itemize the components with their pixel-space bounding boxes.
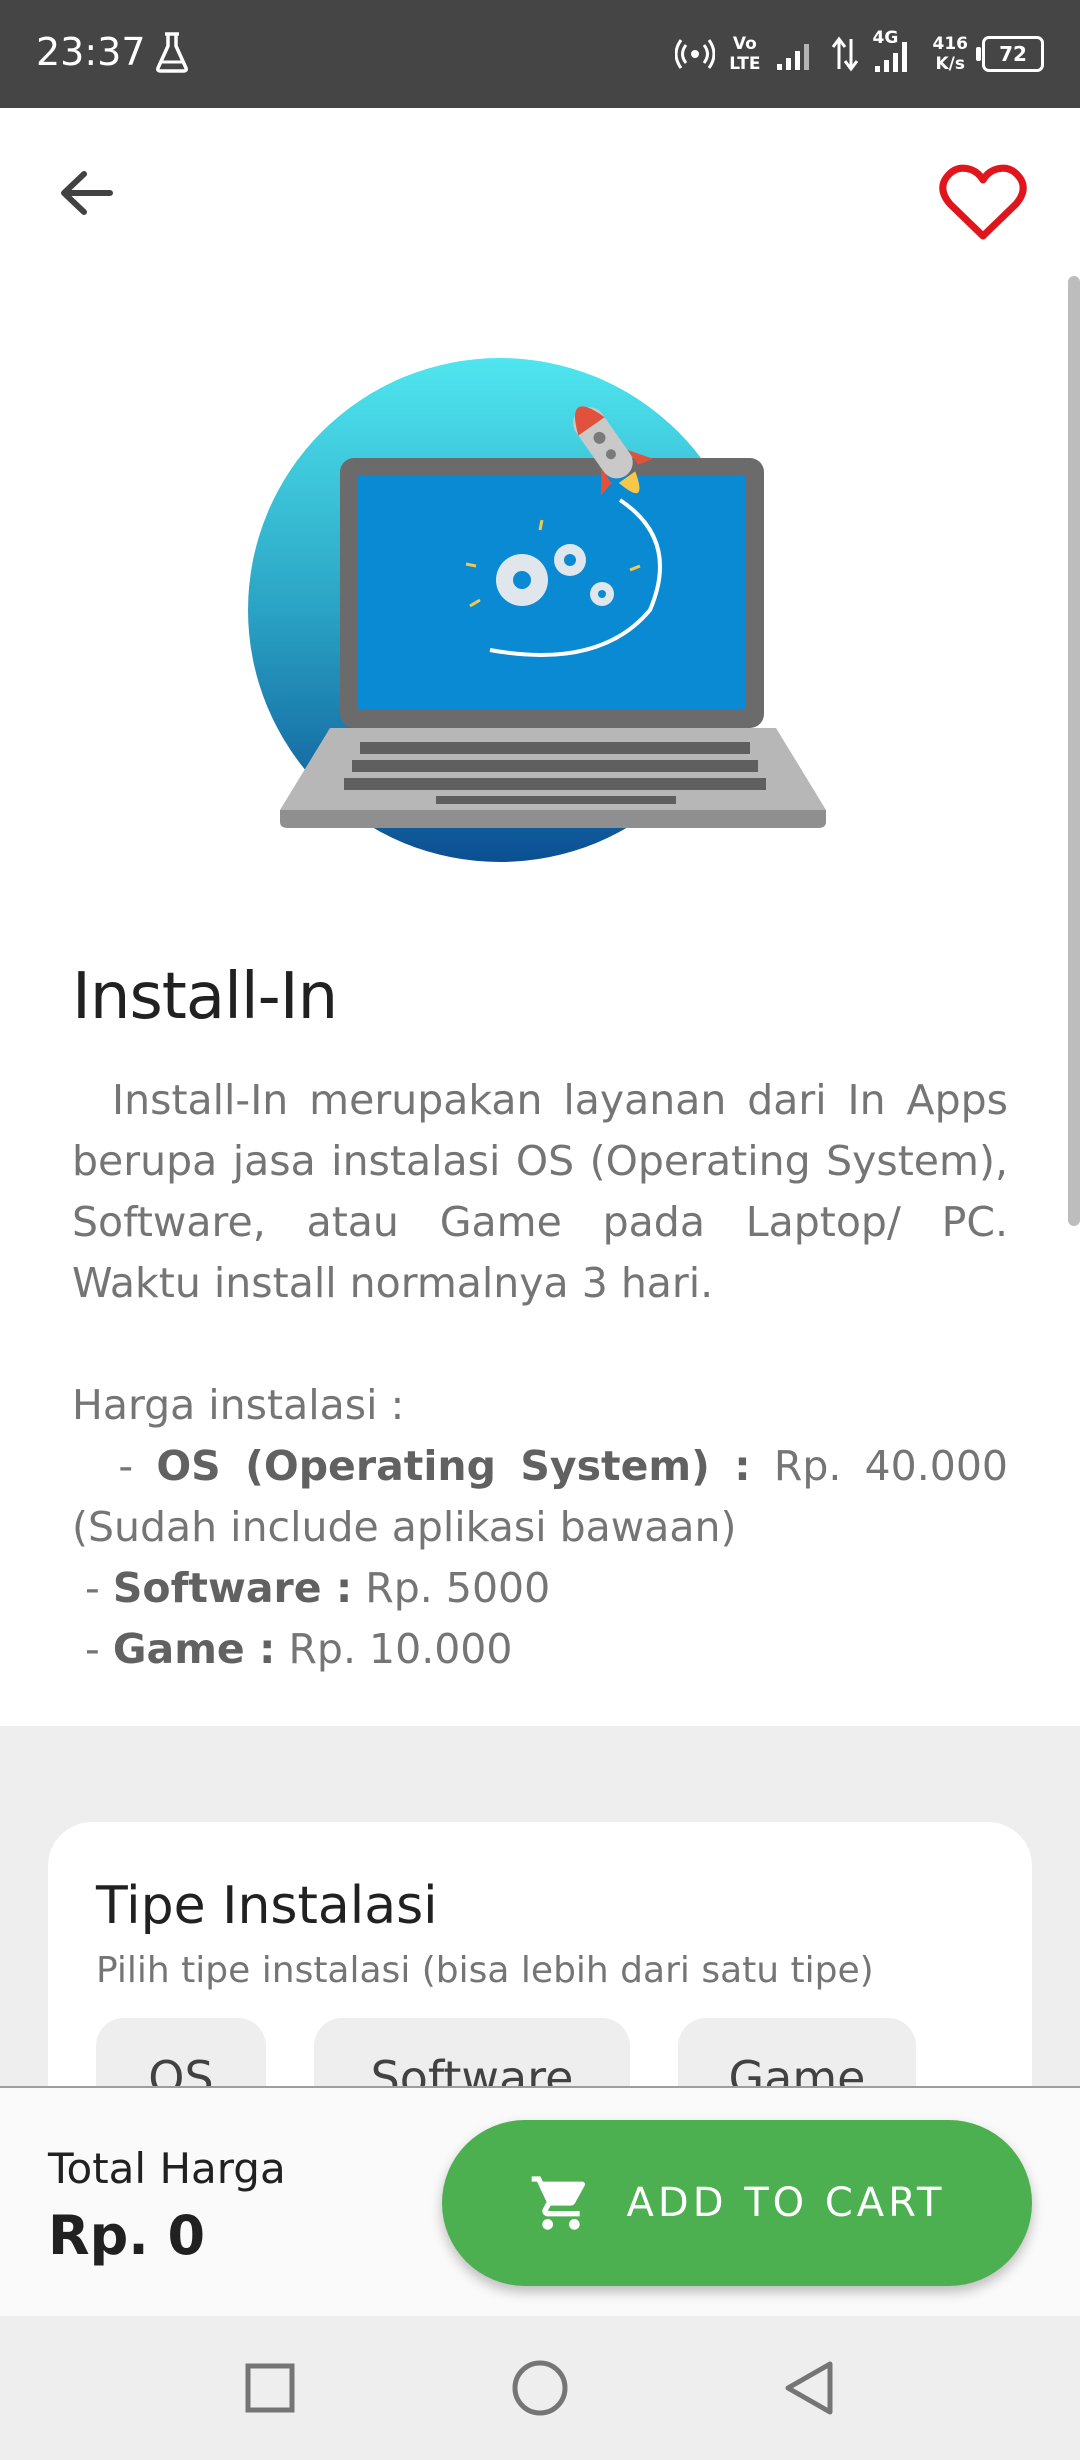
total-value: Rp. 0 <box>48 2204 206 2267</box>
laptop-illustration <box>248 358 826 862</box>
price-label-game: Game : <box>112 1625 276 1673</box>
signal-4g-icon: 4G <box>873 28 919 76</box>
system-nav-bar <box>0 2316 1080 2460</box>
price-value-game: Rp. 10.000 <box>275 1625 513 1673</box>
flask-icon <box>156 32 188 73</box>
data-transfer-icon <box>831 36 858 72</box>
back-arrow-icon[interactable] <box>52 160 122 230</box>
product-description: Install-In merupakan layanan dari In App… <box>72 1070 1008 1680</box>
recents-square-icon[interactable] <box>234 2352 306 2424</box>
price-label-os: OS (Operating System) : <box>156 1442 751 1490</box>
status-icons: Vo LTE 4G 416 K/s 72 <box>675 28 1044 80</box>
description-text: Install-In merupakan layanan dari In App… <box>72 1076 1008 1307</box>
price-prefix: - <box>72 1442 157 1490</box>
install-type-subtitle: Pilih tipe instalasi (bisa lebih dari sa… <box>96 1950 874 1991</box>
volte-bottom: LTE <box>729 54 761 74</box>
speed-value: 416 <box>932 34 969 54</box>
network-speed: 416 K/s <box>933 34 969 74</box>
status-bar: 23:37 Vo LTE 4G 416 K/s 72 <box>0 0 1080 108</box>
speed-unit: K/s <box>935 54 965 74</box>
product-title: Install-In <box>72 960 338 1034</box>
heart-outline-icon[interactable] <box>938 160 1028 244</box>
scrollbar[interactable] <box>1068 276 1080 1226</box>
signal-icon <box>776 44 809 70</box>
price-row-game: - Game : Rp. 10.000 <box>72 1619 1008 1680</box>
price-row-software: - Software : Rp. 5000 <box>72 1558 1008 1619</box>
price-label-software: Software : <box>112 1564 353 1612</box>
price-heading: Harga instalasi : <box>72 1381 405 1429</box>
volte-label: Vo LTE <box>729 34 760 74</box>
hotspot-icon <box>675 39 716 69</box>
cart-icon <box>531 2176 585 2230</box>
add-to-cart-button[interactable]: ADD TO CART <box>442 2120 1032 2286</box>
add-to-cart-label: ADD TO CART <box>626 2180 946 2226</box>
status-time: 23:37 <box>36 30 146 74</box>
price-value-software: Rp. 5000 <box>352 1564 551 1612</box>
back-triangle-icon[interactable] <box>774 2352 846 2424</box>
volte-top: Vo <box>732 34 757 54</box>
battery-indicator: 72 <box>976 36 1044 72</box>
price-prefix: - <box>72 1625 113 1673</box>
total-label: Total Harga <box>48 2144 286 2193</box>
price-prefix: - <box>72 1564 113 1612</box>
price-row-os: - OS (Operating System) : Rp. 40.000 (Su… <box>72 1436 1008 1558</box>
install-type-title: Tipe Instalasi <box>96 1876 438 1936</box>
home-circle-icon[interactable] <box>504 2352 576 2424</box>
